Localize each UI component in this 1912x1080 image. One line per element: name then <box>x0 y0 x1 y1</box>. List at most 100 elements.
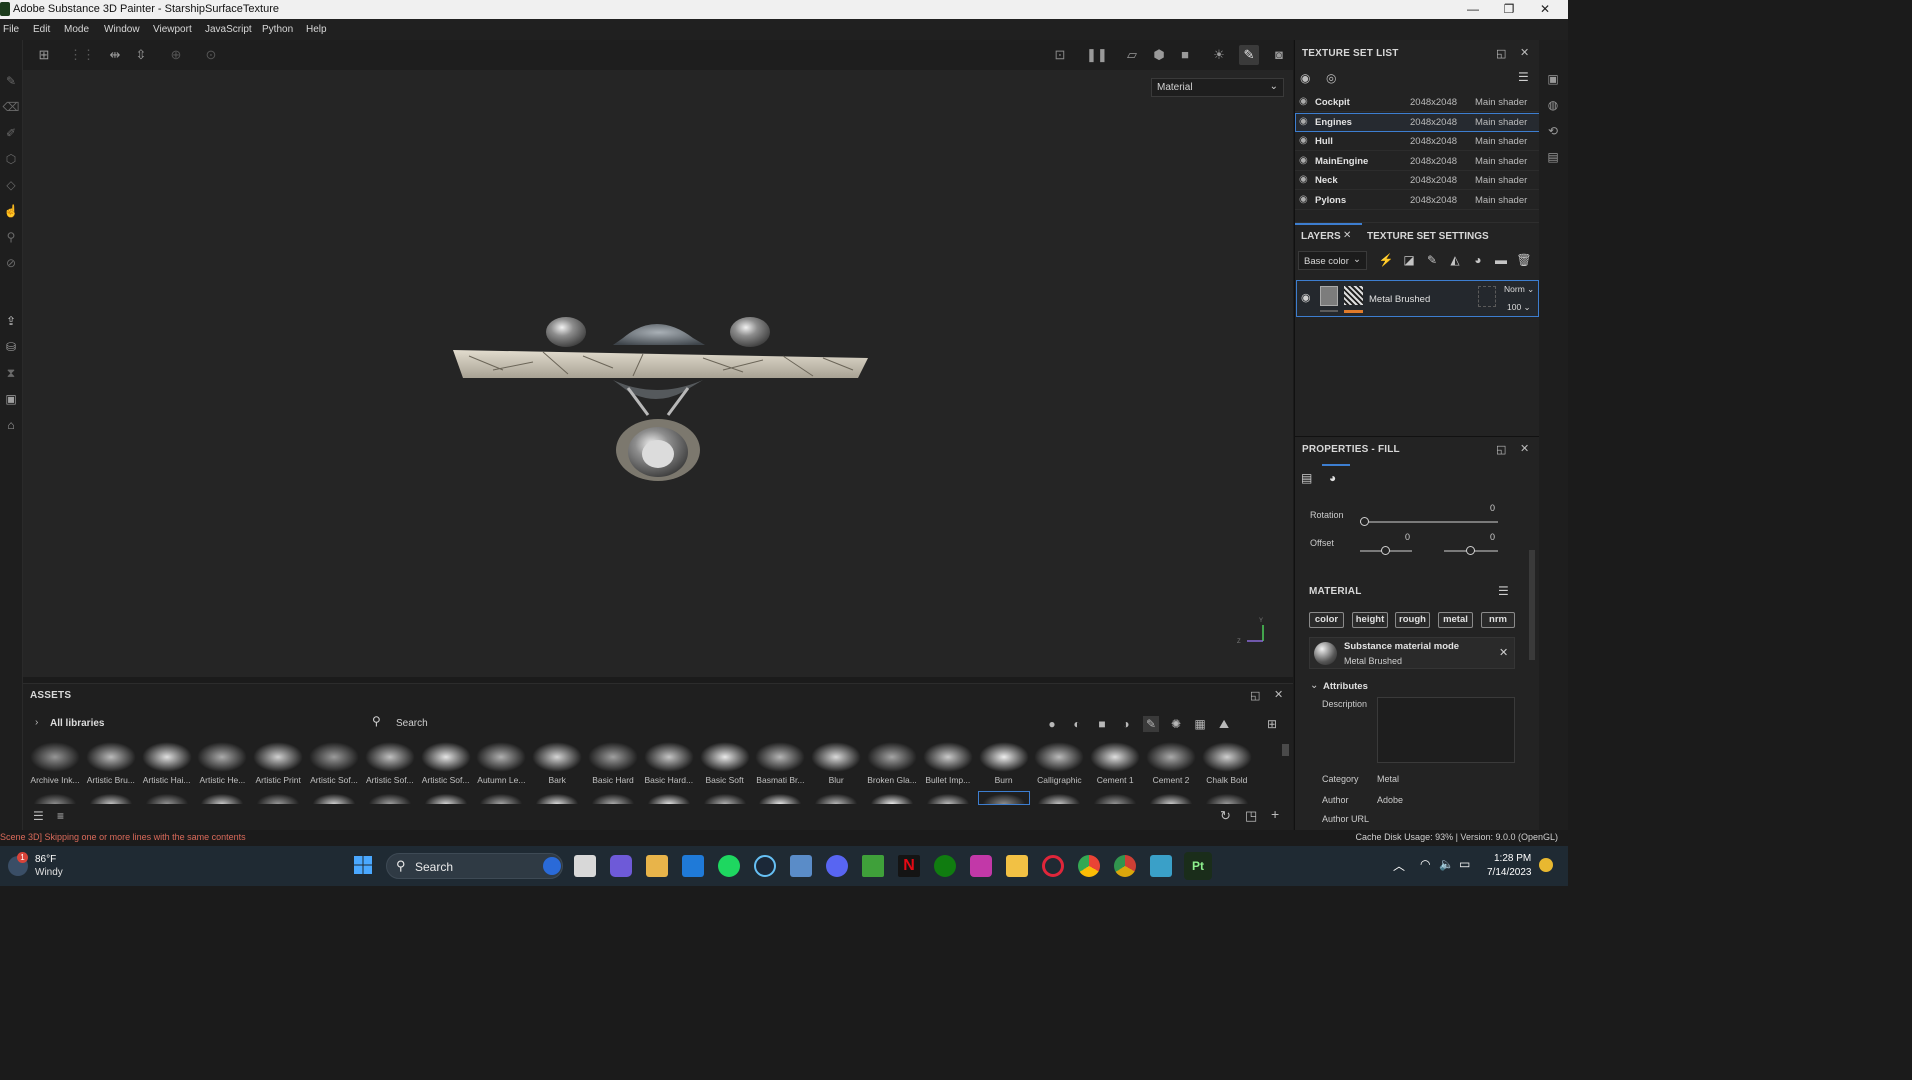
asset-thumbnail[interactable] <box>699 742 750 772</box>
weather-desc[interactable]: Windy <box>35 867 63 878</box>
viewport-2d-icon[interactable]: ▱ <box>1122 45 1142 65</box>
smudge-icon[interactable]: ☝ <box>2 202 20 220</box>
netflix-icon[interactable]: N <box>898 855 920 877</box>
mail-icon[interactable] <box>682 855 704 877</box>
wifi-icon[interactable]: ◠ <box>1420 857 1430 871</box>
layer-name[interactable]: Metal Brushed <box>1369 294 1430 305</box>
chrome-icon[interactable] <box>1078 855 1100 877</box>
tab-layers[interactable]: LAYERS <box>1301 231 1341 242</box>
menu-help[interactable]: Help <box>306 24 327 35</box>
rotation-slider[interactable] <box>1360 521 1498 523</box>
texture-set-resolution[interactable]: 2048x2048 <box>1410 156 1457 167</box>
export-icon[interactable]: ⇪ <box>2 312 20 330</box>
asset-thumbnail[interactable] <box>755 792 806 804</box>
asset-thumbnail[interactable] <box>1090 792 1141 804</box>
texture-set-resolution[interactable]: 2048x2048 <box>1410 117 1457 128</box>
asset-thumbnail[interactable] <box>420 792 471 804</box>
refresh-icon[interactable]: ↻ <box>1220 808 1231 824</box>
asset-label[interactable]: Broken Gla... <box>865 775 919 785</box>
menu-file[interactable]: File <box>3 24 19 35</box>
asset-thumbnail[interactable] <box>977 791 1030 805</box>
asset-label[interactable]: Artistic Sof... <box>307 775 361 785</box>
tab-texture-set-settings[interactable]: TEXTURE SET SETTINGS <box>1367 231 1489 242</box>
asset-thumbnail[interactable] <box>1201 742 1252 772</box>
texture-set-resolution[interactable]: 2048x2048 <box>1410 175 1457 186</box>
asset-thumbnail[interactable] <box>141 742 192 772</box>
asset-label[interactable]: Blur <box>809 775 863 785</box>
add-paint-layer-icon[interactable]: ✎ <box>1424 253 1440 269</box>
geometry-mask-icon[interactable]: ⬡ <box>2 150 20 168</box>
add-folder-icon[interactable]: ▬ <box>1493 253 1509 269</box>
chevron-down-icon[interactable]: ⌄ <box>1310 680 1318 691</box>
remove-material-icon[interactable]: ✕ <box>1499 646 1508 659</box>
steam-icon[interactable] <box>754 855 776 877</box>
paint-brush-icon[interactable]: ✎ <box>2 72 20 90</box>
chevron-up-icon[interactable]: ︿ <box>1393 857 1405 874</box>
textures-filter-icon[interactable]: ▦ <box>1192 716 1208 732</box>
masks-filter-icon[interactable]: ■ <box>1094 716 1110 732</box>
asset-label[interactable]: Cement 2 <box>1144 775 1198 785</box>
texture-set-shader[interactable]: Main shader <box>1475 117 1527 128</box>
substance-painter-taskbar-icon[interactable]: Pt <box>1184 852 1212 880</box>
eye-icon[interactable]: ◉ <box>1299 174 1308 185</box>
projection-icon[interactable]: ✐ <box>2 124 20 142</box>
texture-set-resolution[interactable]: 2048x2048 <box>1410 136 1457 147</box>
undock-icon[interactable]: ◱ <box>1250 689 1260 702</box>
close-panel-icon[interactable]: ✕ <box>1520 46 1529 59</box>
reset-icon[interactable]: ⊙ <box>201 45 221 65</box>
offset-y-value[interactable]: 0 <box>1490 532 1495 542</box>
library-selector[interactable]: All libraries <box>50 718 104 729</box>
undock-icon[interactable]: ◱ <box>1496 443 1506 456</box>
rotation-slider-knob[interactable] <box>1360 517 1369 526</box>
asset-thumbnail[interactable] <box>1034 792 1085 804</box>
color-picker-icon[interactable]: ⊘ <box>2 254 20 272</box>
rotation-value[interactable]: 0 <box>1490 503 1495 513</box>
menu-edit[interactable]: Edit <box>33 24 50 35</box>
menu-icon[interactable]: ☰ <box>1518 70 1529 84</box>
texture-set-row[interactable]: ◉ MainEngine 2048x2048 Main shader <box>1295 152 1540 171</box>
asset-label[interactable]: Basic Hard <box>586 775 640 785</box>
weather-temp[interactable]: 86°F <box>35 854 56 865</box>
delete-layer-icon[interactable]: 🗑 <box>1516 253 1532 269</box>
xbox-icon[interactable] <box>934 855 956 877</box>
channel-color-toggle[interactable]: color <box>1309 612 1344 628</box>
blend-mode-select[interactable]: Norm ⌄ <box>1504 284 1534 295</box>
close-panel-icon[interactable]: ✕ <box>1274 688 1283 701</box>
log-icon[interactable]: ▤ <box>1545 150 1561 166</box>
fill-properties-icon[interactable]: ▤ <box>1301 471 1312 485</box>
asset-label[interactable]: Artistic Sof... <box>363 775 417 785</box>
eraser-icon[interactable]: ⌫ <box>2 98 20 116</box>
texture-set-shader[interactable]: Main shader <box>1475 97 1527 108</box>
eye-icon[interactable]: ◉ <box>1299 135 1308 146</box>
filters-filter-icon[interactable]: ◑ <box>1118 716 1134 732</box>
file-explorer-icon[interactable] <box>1006 855 1028 877</box>
asset-label[interactable]: Burn <box>977 775 1031 785</box>
asset-label[interactable]: Basic Hard... <box>642 775 696 785</box>
asset-thumbnail[interactable] <box>755 742 806 772</box>
asset-thumbnail[interactable] <box>922 792 973 804</box>
texture-set-shader[interactable]: Main shader <box>1475 195 1527 206</box>
grid-view-icon[interactable]: ⊞ <box>1264 716 1280 732</box>
maximize-button[interactable]: ❐ <box>1494 1 1524 18</box>
attributes-section[interactable]: Attributes <box>1323 681 1368 692</box>
layer-row[interactable]: ◉ Metal Brushed Norm ⌄ 100 ⌄ <box>1296 280 1539 317</box>
add-asset-icon[interactable]: + <box>1271 806 1279 822</box>
asset-thumbnail[interactable] <box>364 792 415 804</box>
layer-visibility-icon[interactable]: ◉ <box>1301 291 1311 304</box>
material-menu-icon[interactable]: ☰ <box>1498 584 1509 598</box>
bake-icon[interactable]: ⛁ <box>2 338 20 356</box>
asset-label[interactable]: Artistic He... <box>195 775 249 785</box>
asset-label[interactable]: Artistic Print <box>251 775 305 785</box>
asset-thumbnail[interactable] <box>85 792 136 804</box>
pause-icon[interactable]: ❚❚ <box>1086 45 1108 65</box>
history-icon[interactable]: ⧗ <box>2 364 20 382</box>
document-icon[interactable]: ▣ <box>2 390 20 408</box>
texture-set-resolution[interactable]: 2048x2048 <box>1410 97 1457 108</box>
texture-set-shader[interactable]: Main shader <box>1475 156 1527 167</box>
symmetry-y-icon[interactable]: ⇳ <box>131 45 151 65</box>
asset-thumbnail[interactable] <box>922 742 973 772</box>
materials-filter-icon[interactable]: ● <box>1044 716 1060 732</box>
particles-filter-icon[interactable]: ✺ <box>1168 716 1184 732</box>
asset-thumbnail[interactable] <box>420 742 471 772</box>
asset-thumbnail[interactable] <box>867 742 917 772</box>
